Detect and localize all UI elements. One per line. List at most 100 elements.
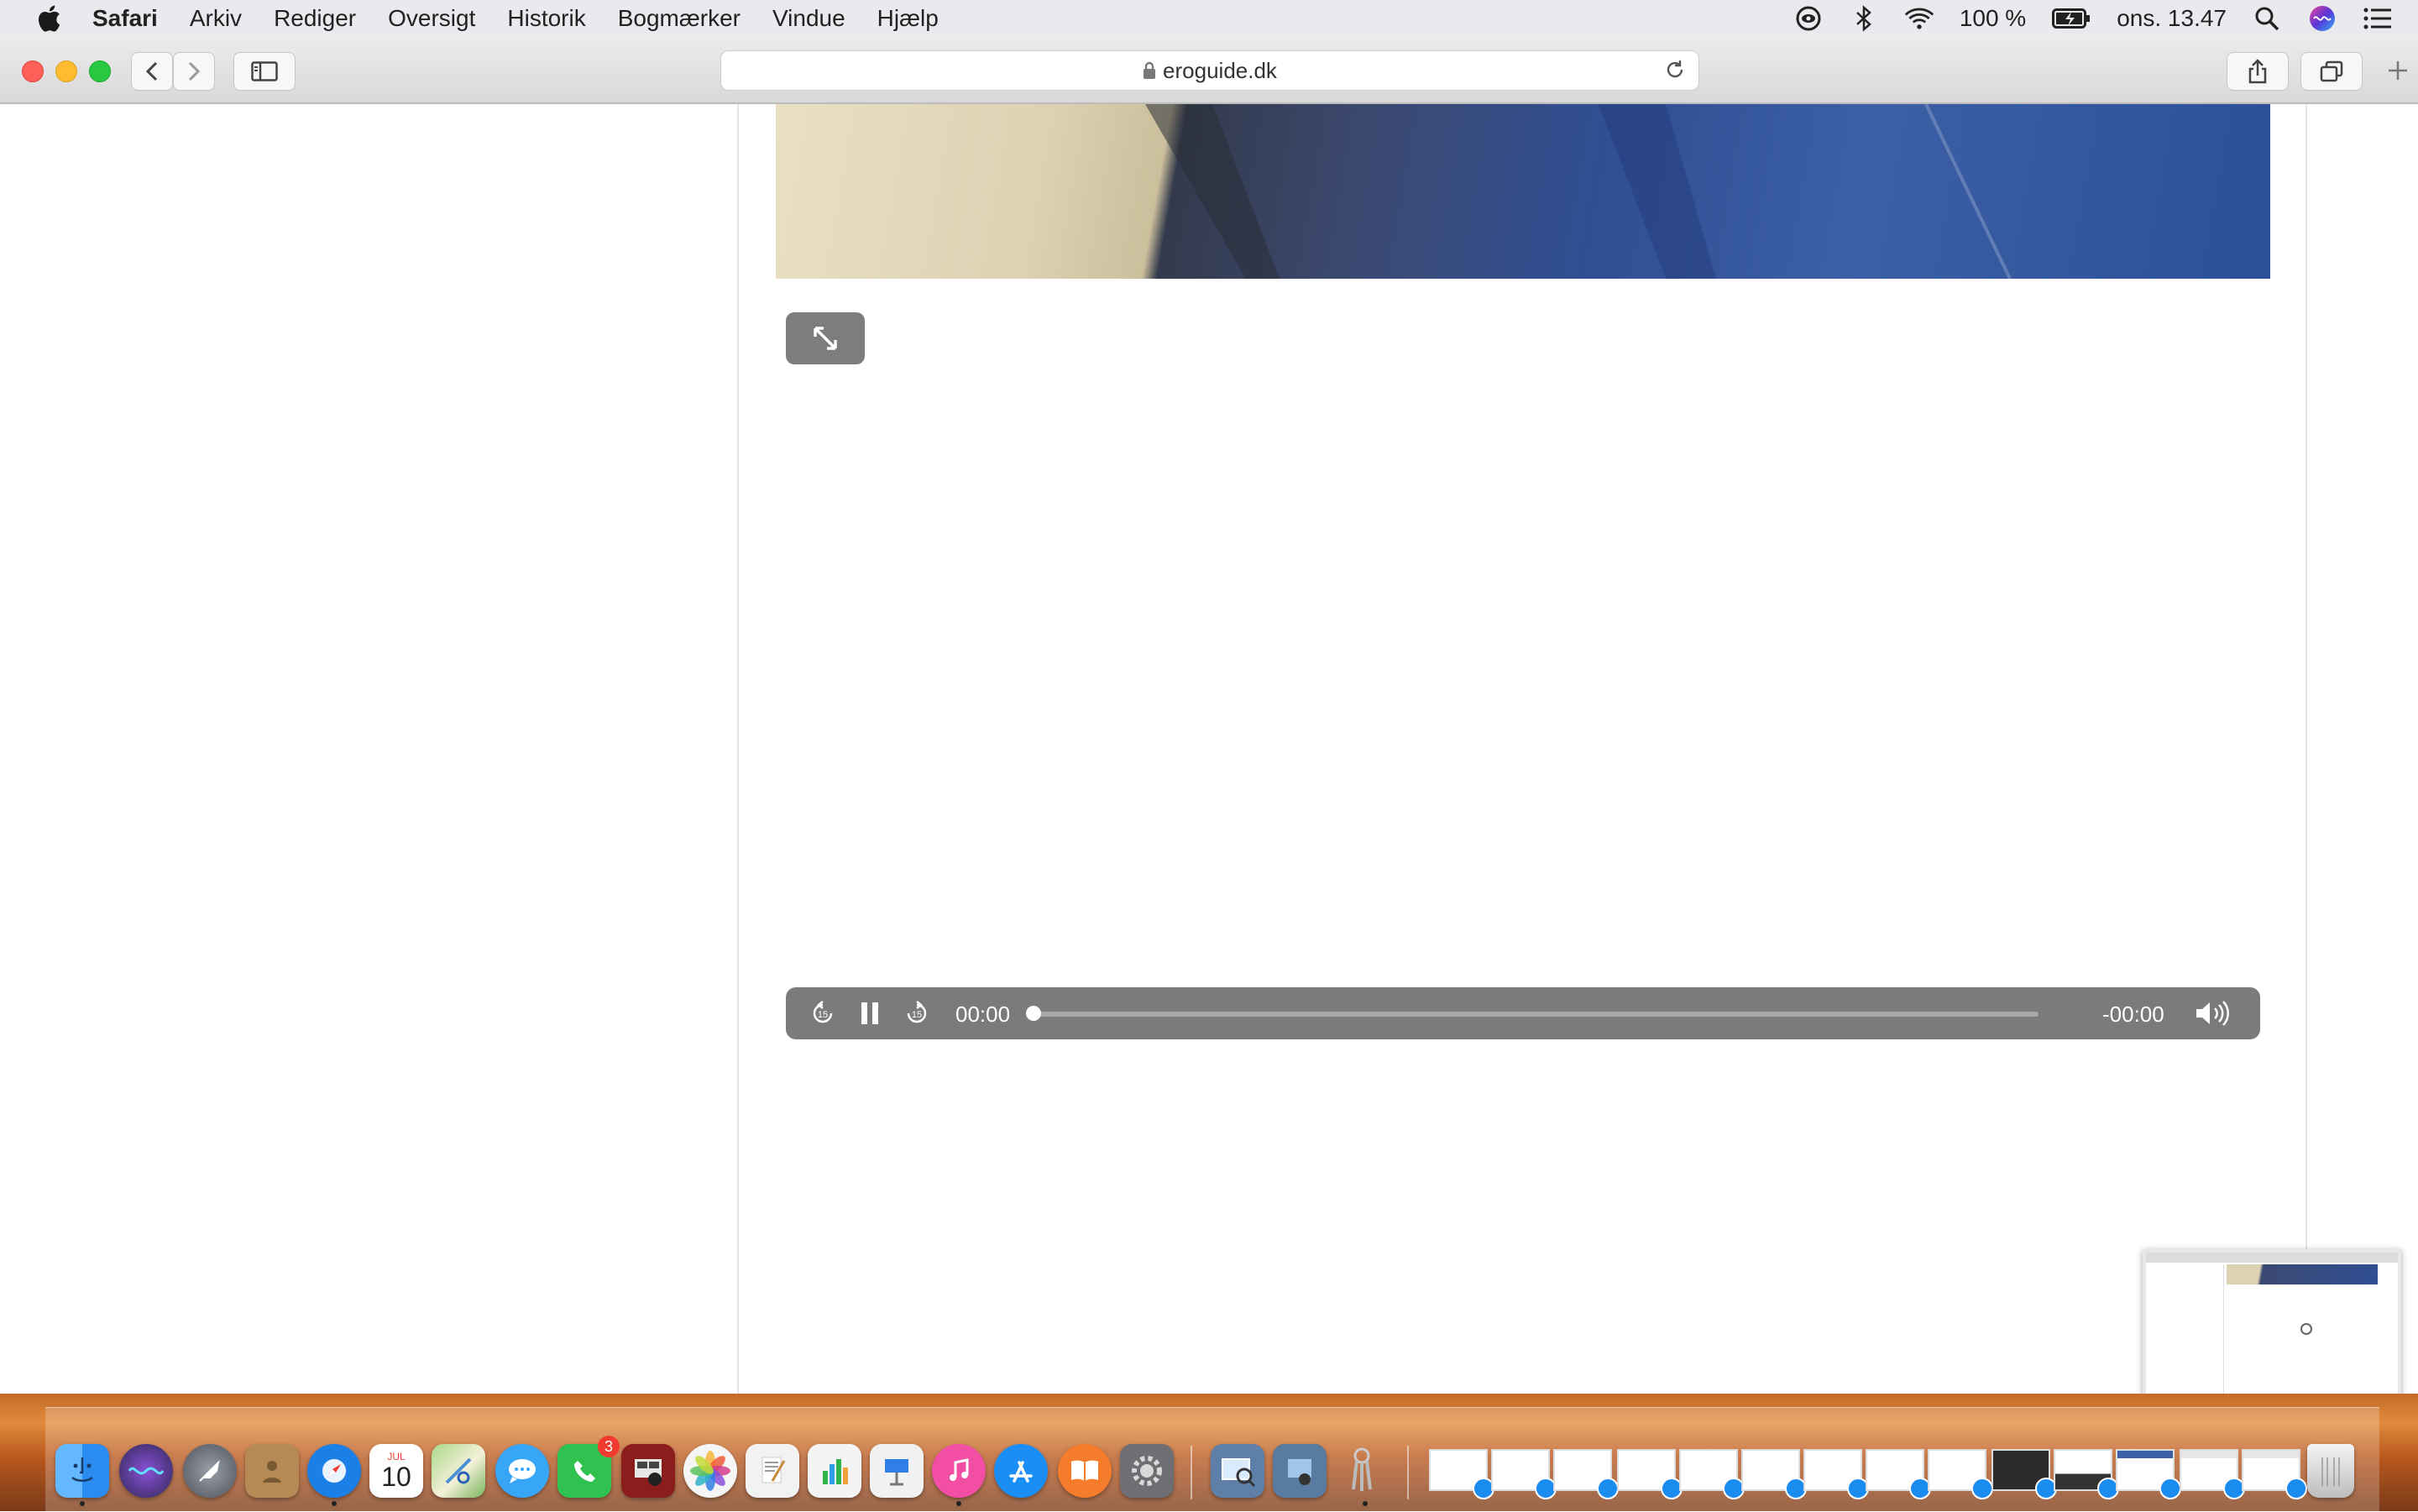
clock[interactable]: ons. 13.47 <box>2117 5 2227 32</box>
image-capture-icon[interactable] <box>1273 1444 1327 1498</box>
minimized-window-8[interactable] <box>1866 1449 1931 1499</box>
screenshot-thumbnail[interactable] <box>2143 1249 2401 1417</box>
expand-button[interactable] <box>786 312 865 364</box>
menu-item-bogmaerker[interactable]: Bogmærker <box>618 5 741 32</box>
safari-running-dot <box>332 1501 337 1506</box>
maps-icon[interactable] <box>432 1444 485 1498</box>
siri-dock-icon[interactable] <box>119 1444 173 1498</box>
minimized-window-10[interactable] <box>1991 1449 2057 1499</box>
forward-15-icon: 15 <box>907 1001 927 1023</box>
volume-icon <box>2196 1001 2229 1026</box>
bluetooth-icon[interactable] <box>1849 3 1879 34</box>
menu-item-vindue[interactable]: Vindue <box>772 5 845 32</box>
messages-icon[interactable] <box>495 1444 549 1498</box>
system-preferences-icon[interactable] <box>1120 1444 1174 1498</box>
expand-arrows-icon <box>814 327 837 350</box>
forward-15-button[interactable]: 15 <box>902 998 932 1028</box>
close-window-button[interactable] <box>22 60 44 82</box>
svg-text:15: 15 <box>912 1010 922 1020</box>
menu-item-arkiv[interactable]: Arkiv <box>190 5 242 32</box>
pause-button[interactable] <box>855 998 885 1028</box>
sidebar-icon <box>251 61 278 81</box>
tabs-icon <box>2320 60 2343 82</box>
facetime-icon[interactable]: 3 <box>557 1436 620 1498</box>
minimized-window-6[interactable] <box>1741 1449 1807 1499</box>
eye-icon[interactable] <box>1793 3 1824 34</box>
keychain-icon[interactable] <box>1335 1444 1389 1498</box>
search-icon[interactable] <box>2252 3 2282 34</box>
keychain-running-dot <box>1363 1501 1368 1506</box>
numbers-icon[interactable] <box>808 1444 861 1498</box>
content-divider-left <box>737 104 739 1394</box>
safari-dock-icon[interactable] <box>307 1444 361 1498</box>
preview-icon[interactable] <box>1211 1444 1264 1498</box>
trash-icon[interactable] <box>2307 1444 2354 1498</box>
plus-icon <box>2389 61 2407 80</box>
keynote-icon[interactable] <box>870 1444 924 1498</box>
minimized-window-9[interactable] <box>1928 1449 1993 1499</box>
minimized-window-7[interactable] <box>1803 1449 1869 1499</box>
new-tab-button[interactable] <box>2381 54 2415 87</box>
apple-menu-icon[interactable] <box>34 3 64 34</box>
thumbnail-hero <box>2227 1264 2378 1284</box>
forward-button[interactable] <box>173 52 215 91</box>
minimized-window-11[interactable] <box>2054 1449 2119 1499</box>
tab-overview-button[interactable] <box>2300 52 2363 91</box>
url-text: eroguide.dk <box>1163 57 1277 83</box>
scrub-handle[interactable] <box>1026 1006 1041 1021</box>
content-divider-right <box>2305 104 2307 1394</box>
address-bar[interactable]: eroguide.dk <box>720 50 1699 91</box>
battery-percent: 100 % <box>1959 5 2027 31</box>
minimized-window-13[interactable] <box>2180 1449 2245 1499</box>
share-button[interactable] <box>2227 52 2289 91</box>
hero-image <box>776 104 2270 279</box>
minimized-window-14[interactable] <box>2242 1449 2307 1499</box>
siri-icon[interactable] <box>2307 3 2337 34</box>
minimized-window-3[interactable] <box>1553 1449 1619 1499</box>
minimized-window-5[interactable] <box>1679 1449 1745 1499</box>
scrub-bar[interactable] <box>1031 1012 2039 1017</box>
calendar-icon[interactable]: JUL 10 <box>369 1444 423 1498</box>
minimized-window-1[interactable] <box>1429 1449 1494 1499</box>
contacts-icon[interactable] <box>245 1444 299 1498</box>
minimized-window-2[interactable] <box>1491 1449 1557 1499</box>
minimized-window-4[interactable] <box>1617 1449 1683 1499</box>
thumbnail-cursor <box>2300 1323 2312 1335</box>
dock-separator <box>1191 1446 1192 1499</box>
photo-booth-icon[interactable] <box>621 1444 675 1498</box>
thumbnail-divider <box>2223 1264 2224 1399</box>
launchpad-icon[interactable] <box>183 1444 237 1498</box>
menu-bar: Safari Arkiv Rediger Oversigt Historik B… <box>0 0 2418 37</box>
itunes-icon[interactable] <box>932 1444 986 1498</box>
textedit-icon[interactable] <box>746 1444 799 1498</box>
volume-button[interactable] <box>2193 998 2232 1028</box>
back-button[interactable] <box>131 52 173 91</box>
calendar-month: JUL <box>387 1451 406 1462</box>
rewind-15-button[interactable]: 15 <box>808 998 838 1028</box>
share-icon <box>2248 59 2267 84</box>
finder-icon[interactable] <box>55 1444 109 1498</box>
lock-icon <box>1144 61 1156 79</box>
photos-icon[interactable] <box>683 1444 737 1498</box>
books-icon[interactable] <box>1058 1444 1112 1498</box>
minimized-window-12[interactable] <box>2116 1449 2181 1499</box>
battery-icon[interactable] <box>2051 3 2091 34</box>
menu-item-historik[interactable]: Historik <box>507 5 585 32</box>
rewind-15-icon: 15 <box>813 1001 833 1023</box>
menu-item-oversigt[interactable]: Oversigt <box>388 5 475 32</box>
wifi-icon[interactable] <box>1904 3 1934 34</box>
reload-icon[interactable] <box>1663 58 1687 81</box>
menu-app-name[interactable]: Safari <box>92 5 158 32</box>
control-center-icon[interactable] <box>2363 3 2393 34</box>
calendar-day: 10 <box>381 1462 411 1492</box>
app-store-icon[interactable] <box>994 1444 1048 1498</box>
menu-item-rediger[interactable]: Rediger <box>274 5 356 32</box>
minimize-window-button[interactable] <box>55 60 77 82</box>
menu-item-hjaelp[interactable]: Hjælp <box>877 5 939 32</box>
facetime-badge: 3 <box>598 1436 620 1457</box>
video-player-controls: 15 15 00:00 -00:00 <box>786 987 2260 1039</box>
fullscreen-window-button[interactable] <box>89 60 111 82</box>
svg-text:15: 15 <box>818 1010 828 1020</box>
chevron-left-icon <box>145 61 158 81</box>
sidebar-toggle-button[interactable] <box>233 52 296 91</box>
